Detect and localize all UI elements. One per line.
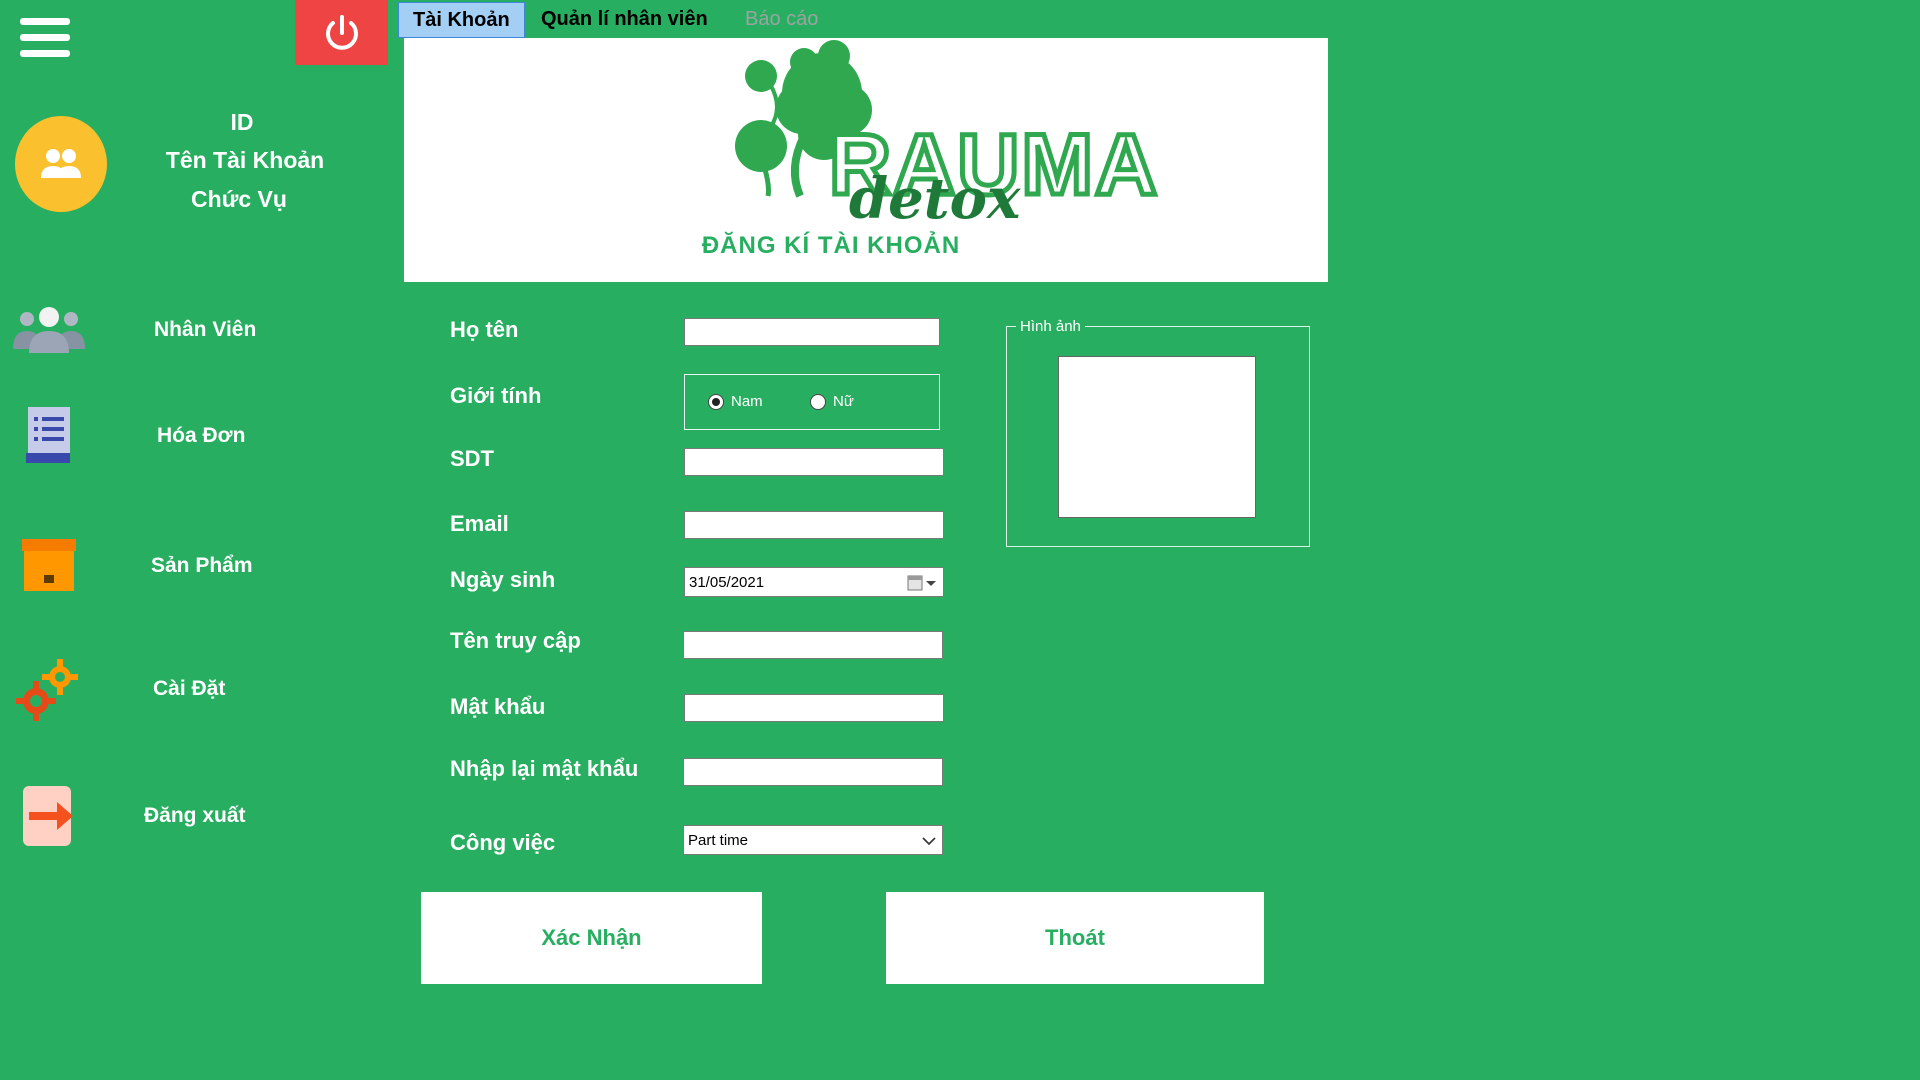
sidebar-item-invoices[interactable]: Hóa Đơn	[0, 396, 390, 476]
phone-input[interactable]	[684, 448, 944, 476]
power-button[interactable]	[295, 0, 388, 65]
sidebar-item-products[interactable]: Sản Phẩm	[0, 525, 390, 605]
tab-account[interactable]: Tài Khoản	[398, 2, 525, 38]
username-label: Tên truy cập	[450, 628, 581, 653]
chevron-down-icon	[922, 837, 936, 846]
fullname-input[interactable]	[684, 318, 940, 346]
invoice-icon	[8, 396, 90, 476]
role-label: Chức Vụ	[191, 186, 287, 212]
gender-group: Nam Nữ	[684, 374, 940, 430]
sidebar-item-label: Hóa Đơn	[157, 424, 246, 447]
job-value: Part time	[688, 832, 749, 849]
brand-script: detox	[849, 166, 1021, 232]
tab-staff-management[interactable]: Quản lí nhân viên	[527, 2, 722, 36]
gender-female-radio[interactable]: Nữ	[810, 393, 854, 410]
user-group-icon	[41, 149, 81, 178]
calendar-dropdown-icon[interactable]	[907, 574, 937, 592]
hamburger-menu-icon[interactable]	[20, 18, 70, 70]
sidebar-item-label: Nhân Viên	[154, 318, 257, 341]
exit-button[interactable]: Thoát	[886, 892, 1264, 984]
email-label: Email	[450, 511, 509, 536]
job-select[interactable]: Part time	[683, 825, 943, 855]
confirm-password-input[interactable]	[683, 758, 943, 786]
birthday-date-picker[interactable]: 31/05/2021	[684, 567, 944, 597]
sidebar-item-logout[interactable]: Đăng xuất	[0, 776, 390, 856]
page-title: ĐĂNG KÍ TÀI KHOẢN	[701, 232, 961, 259]
account-name-label: Tên Tài Khoản	[165, 147, 325, 173]
logout-icon	[8, 776, 90, 856]
sidebar-item-settings[interactable]: Cài Đặt	[0, 648, 390, 728]
gender-label: Giới tính	[450, 383, 542, 408]
people-icon	[8, 290, 90, 370]
confirm-button[interactable]: Xác Nhận	[421, 892, 762, 984]
user-id-label: ID	[230, 109, 254, 135]
birthday-value: 31/05/2021	[689, 574, 765, 591]
password-input[interactable]	[684, 694, 944, 722]
phone-label: SDT	[450, 446, 494, 471]
job-label: Công việc	[450, 830, 556, 855]
box-icon	[8, 525, 90, 605]
gear-icon	[8, 648, 90, 728]
tab-report[interactable]: Báo cáo	[731, 2, 832, 36]
birthday-label: Ngày sinh	[450, 567, 556, 592]
radio-label: Nữ	[833, 393, 854, 410]
email-input[interactable]	[684, 511, 944, 539]
sidebar-item-label: Đăng xuất	[144, 804, 246, 827]
sidebar-item-label: Cài Đặt	[153, 677, 226, 700]
radio-empty-icon	[810, 393, 826, 410]
sidebar-item-label: Sản Phẩm	[151, 554, 253, 577]
fullname-label: Họ tên	[450, 317, 519, 342]
username-input[interactable]	[683, 631, 943, 659]
gender-male-radio[interactable]: Nam	[708, 393, 763, 410]
sidebar-item-staff[interactable]: Nhân Viên	[0, 290, 390, 370]
confirm-password-label: Nhập lại mật khẩu	[450, 756, 639, 781]
radio-selected-icon	[708, 393, 724, 410]
power-icon	[325, 14, 358, 50]
radio-label: Nam	[731, 393, 763, 410]
password-label: Mật khẩu	[450, 694, 546, 719]
photo-frame[interactable]	[1058, 356, 1256, 518]
photo-legend: Hình ảnh	[1016, 318, 1085, 335]
